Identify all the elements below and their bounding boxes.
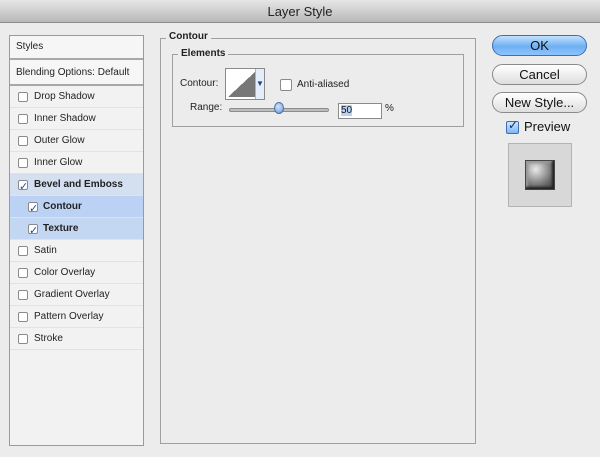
style-item-bevel-and-emboss[interactable]: Bevel and Emboss xyxy=(10,174,143,198)
checkbox[interactable] xyxy=(18,246,28,256)
range-value: 50 xyxy=(341,105,353,116)
checkbox[interactable] xyxy=(18,136,28,146)
checkbox-checked[interactable] xyxy=(28,220,38,242)
style-item-pattern-overlay[interactable]: Pattern Overlay xyxy=(10,306,143,328)
checkbox[interactable] xyxy=(18,290,28,300)
style-item-label: Drop Shadow xyxy=(34,91,95,102)
elements-group-title: Elements xyxy=(178,48,229,59)
style-item-label: Outer Glow xyxy=(34,135,85,146)
checkbox[interactable] xyxy=(18,158,28,168)
styles-list: Styles Blending Options: Default Drop Sh… xyxy=(9,35,144,446)
anti-aliased-checkbox[interactable] xyxy=(280,79,292,91)
range-slider-thumb[interactable] xyxy=(274,102,284,114)
blending-options-item[interactable]: Blending Options: Default xyxy=(10,60,143,86)
checkbox[interactable] xyxy=(18,92,28,102)
style-item-label: Inner Glow xyxy=(34,157,83,168)
contour-label: Contour: xyxy=(180,78,219,89)
anti-aliased-label: Anti-aliased xyxy=(297,79,350,90)
preview-label: Preview xyxy=(524,119,571,134)
checkbox[interactable] xyxy=(18,268,28,278)
style-item-label: Color Overlay xyxy=(34,267,96,278)
style-item-texture[interactable]: Texture xyxy=(10,218,143,242)
style-item-stroke[interactable]: Stroke xyxy=(10,328,143,350)
style-item-outer-glow[interactable]: Outer Glow xyxy=(10,130,143,152)
style-item-gradient-overlay[interactable]: Gradient Overlay xyxy=(10,284,143,306)
style-item-label: Contour xyxy=(43,201,82,212)
styles-header[interactable]: Styles xyxy=(10,36,143,60)
cancel-button[interactable]: Cancel xyxy=(492,64,587,85)
contour-picker[interactable]: ▼ xyxy=(225,68,265,100)
contour-curve-icon xyxy=(228,71,256,97)
checkbox[interactable] xyxy=(18,334,28,344)
checkbox-checked[interactable] xyxy=(18,176,28,198)
checkbox[interactable] xyxy=(18,312,28,322)
ok-button[interactable]: OK xyxy=(492,35,587,56)
range-label: Range: xyxy=(190,102,223,113)
checkbox[interactable] xyxy=(18,114,28,124)
chevron-down-icon[interactable]: ▼ xyxy=(255,69,264,99)
style-item-label: Stroke xyxy=(34,333,63,344)
preview-checkbox[interactable] xyxy=(506,118,519,134)
range-unit: % xyxy=(385,103,394,114)
style-item-drop-shadow[interactable]: Drop Shadow xyxy=(10,86,143,108)
preview-swatch xyxy=(525,160,555,190)
style-item-satin[interactable]: Satin xyxy=(10,240,143,262)
style-item-label: Inner Shadow xyxy=(34,113,96,124)
checkbox-checked[interactable] xyxy=(28,198,38,220)
style-item-label: Texture xyxy=(43,223,79,234)
style-item-contour[interactable]: Contour xyxy=(10,196,143,220)
style-item-label: Pattern Overlay xyxy=(34,311,104,322)
style-item-inner-shadow[interactable]: Inner Shadow xyxy=(10,108,143,130)
style-item-label: Bevel and Emboss xyxy=(34,179,123,190)
style-item-inner-glow[interactable]: Inner Glow xyxy=(10,152,143,174)
preview-thumbnail xyxy=(508,143,572,207)
style-item-label: Gradient Overlay xyxy=(34,289,110,300)
style-item-color-overlay[interactable]: Color Overlay xyxy=(10,262,143,284)
range-input[interactable]: 50 xyxy=(338,103,382,119)
section-title: Contour xyxy=(166,31,211,42)
layer-style-dialog: Layer Style Styles Blending Options: Def… xyxy=(0,0,600,457)
elements-group xyxy=(172,54,464,127)
title-bar[interactable]: Layer Style xyxy=(0,0,600,23)
new-style-button[interactable]: New Style... xyxy=(492,92,587,113)
style-item-label: Satin xyxy=(34,245,57,256)
window-title: Layer Style xyxy=(267,4,333,19)
